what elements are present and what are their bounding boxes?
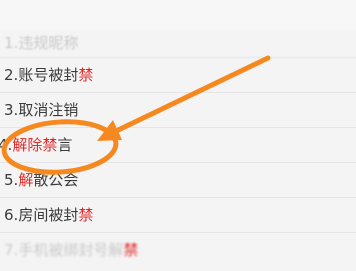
item-text: 取消注销 (18, 101, 79, 119)
item-text: 散公会 (33, 171, 79, 189)
item-number: 7. (4, 241, 19, 259)
item-text-highlight: 禁 (123, 241, 139, 259)
item-text: 手机被绑封号解 (18, 241, 124, 259)
top-bar (0, 0, 356, 30)
item-text: 言 (57, 136, 73, 154)
item-text: 账号被封 (18, 66, 79, 84)
item-number: 2. (4, 66, 19, 84)
list-item[interactable]: 6.房间被封禁 (0, 198, 356, 233)
item-text: 房间被封 (18, 206, 79, 224)
item-number: 1. (4, 34, 19, 52)
item-number: 5. (4, 171, 19, 189)
item-number: 3. (4, 101, 19, 119)
list-item[interactable]: 5.解散公会 (0, 163, 356, 198)
item-text: 违规昵称 (18, 34, 79, 52)
item-text-highlight: 解除禁 (12, 136, 58, 154)
rules-list: 1.违规昵称 2.账号被封禁 3.取消注销 4.解除禁言 5.解散公会 6.房间… (0, 30, 356, 263)
item-text-highlight: 禁 (78, 206, 94, 224)
list-item[interactable]: 1.违规昵称 (0, 30, 356, 58)
page-title (80, 8, 190, 22)
list-item[interactable]: 3.取消注销 (0, 93, 356, 128)
list-item-highlighted[interactable]: 4.解除禁言 (0, 128, 356, 163)
item-number: 6. (4, 206, 19, 224)
list-item[interactable]: 2.账号被封禁 (0, 58, 356, 93)
item-text-highlight: 解 (18, 171, 34, 189)
item-text-highlight: 禁 (78, 66, 94, 84)
item-number: 4. (0, 136, 13, 154)
list-item[interactable]: 7.手机被绑封号解禁 (0, 233, 356, 263)
